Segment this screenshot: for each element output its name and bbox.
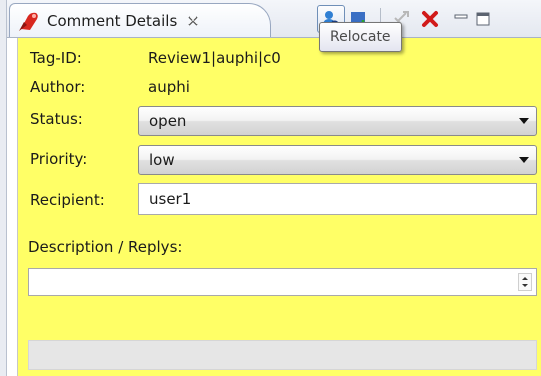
recipient-field[interactable]: user1	[138, 183, 537, 215]
minimize-icon[interactable]	[452, 10, 470, 28]
comment-view-icon	[19, 12, 38, 31]
status-label: Status:	[30, 110, 83, 128]
chevron-down-icon	[519, 118, 529, 124]
close-icon[interactable]	[187, 15, 199, 27]
author-value: auphi	[148, 78, 190, 96]
tag-id-label: Tag-ID:	[30, 49, 82, 67]
delete-button[interactable]	[416, 5, 444, 33]
status-dropdown[interactable]: open	[138, 106, 537, 136]
delete-icon	[422, 11, 438, 27]
priority-dropdown[interactable]: low	[138, 145, 537, 175]
tag-id-value: Review1|auphi|c0	[148, 49, 281, 67]
description-label: Description / Replys:	[28, 238, 183, 256]
tab-title: Comment Details	[47, 11, 178, 30]
comment-details-panel: Tag-ID: Review1|auphi|c0 Author: auphi S…	[18, 38, 541, 376]
window-left-border	[0, 0, 7, 376]
relocate-tooltip: Relocate	[319, 22, 402, 52]
tab-comment-details[interactable]: Comment Details	[9, 3, 271, 37]
description-input[interactable]	[28, 268, 537, 296]
recipient-label: Recipient:	[30, 191, 105, 209]
panel-left-margin	[7, 38, 18, 376]
reply-area[interactable]	[28, 340, 537, 370]
priority-label: Priority:	[30, 150, 88, 168]
author-label: Author:	[30, 78, 86, 96]
view-tab-strip: Comment Details	[7, 0, 541, 38]
status-selected-value: open	[149, 112, 187, 130]
description-scroll-stepper[interactable]	[518, 273, 532, 291]
tooltip-text: Relocate	[330, 29, 391, 45]
recipient-value: user1	[149, 190, 192, 208]
priority-selected-value: low	[149, 151, 175, 169]
chevron-down-icon	[519, 157, 529, 163]
maximize-icon[interactable]	[474, 10, 492, 28]
